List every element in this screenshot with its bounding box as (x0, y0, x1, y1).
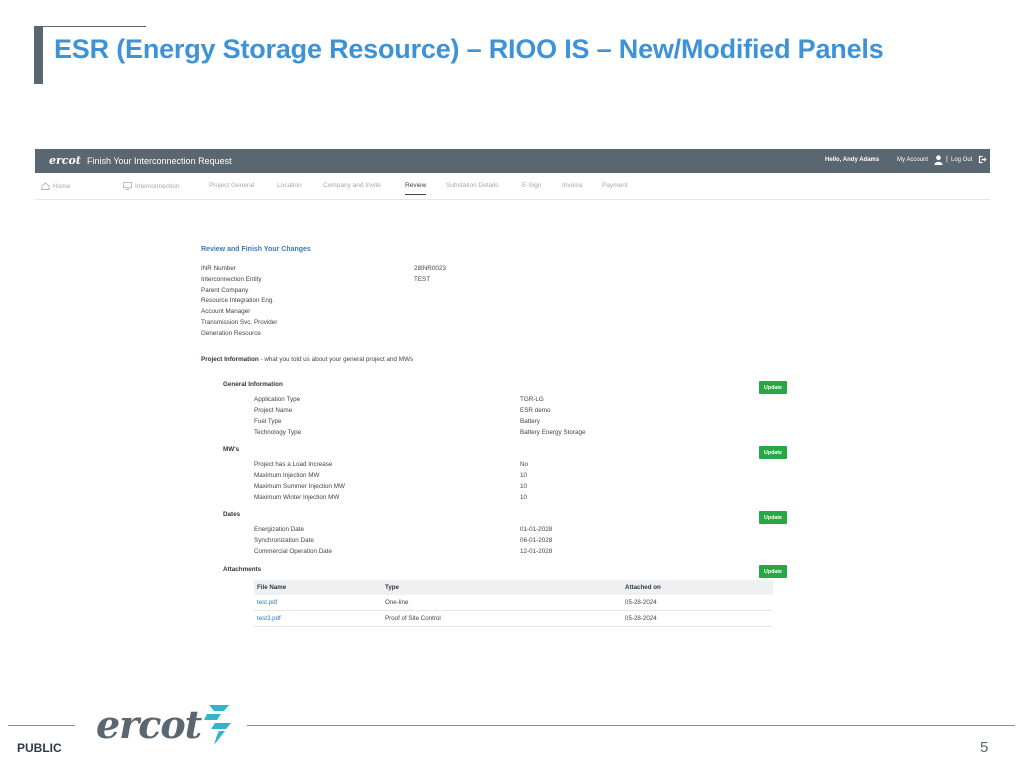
update-attachments-button[interactable]: Update (759, 565, 787, 578)
home-icon (41, 182, 50, 190)
file-link[interactable]: test3.pdf (254, 610, 382, 627)
footer-rule-left (8, 725, 75, 726)
nav-payment[interactable]: Payment (602, 182, 628, 189)
attachments-table: File Name Type Attached on test.pdf One-… (254, 580, 773, 627)
field-label: Energization Date (254, 526, 305, 533)
field-label: Project Name (254, 407, 293, 414)
file-link[interactable]: test.pdf (254, 595, 382, 611)
field-label: Project has a Load Increase (254, 461, 333, 468)
header-separator: | (946, 156, 948, 163)
app-logo[interactable]: ercot (49, 154, 81, 167)
field-label: Maximum Summer Injection MW (254, 483, 345, 490)
summary-label: Resource Integration Eng. (201, 297, 275, 304)
update-dates-button[interactable]: Update (759, 511, 787, 524)
summary-label: Transmission Svc. Provider (201, 319, 278, 326)
review-heading: Review and Finish Your Changes (201, 246, 311, 253)
monitor-icon (123, 182, 132, 190)
field-value: 06-01-2028 (520, 537, 553, 544)
field-value: Battery Energy Storage (520, 429, 586, 436)
file-type: One-line (382, 595, 622, 611)
logo-wordmark: ercot (96, 701, 202, 747)
field-value: No (520, 461, 529, 468)
field-label: Fuel Type (254, 418, 282, 425)
table-header-row: File Name Type Attached on (254, 580, 773, 595)
summary-value: TEST (414, 276, 431, 283)
attachments-heading: Attachments (223, 566, 262, 573)
field-label: Maximum Winter Injection MW (254, 494, 340, 501)
file-type: Proof of Site Control (382, 610, 622, 627)
logout-icon[interactable] (978, 155, 987, 164)
field-label: Maximum Injection MW (254, 472, 320, 479)
footer-rule-right (247, 725, 1015, 726)
my-account-link[interactable]: My Account (897, 157, 928, 163)
nav-substation-details[interactable]: Substation Details (446, 182, 498, 189)
project-info-subtitle: - what you told us about your general pr… (258, 356, 414, 363)
logout-link[interactable]: Log Out (951, 157, 972, 163)
field-label: Technology Type (254, 429, 302, 436)
app-header: ercot Finish Your Interconnection Reques… (35, 149, 990, 173)
user-icon[interactable] (934, 155, 943, 165)
slide-title: ESR (Energy Storage Resource) – RIOO IS … (54, 34, 884, 64)
field-value: 10 (520, 483, 528, 490)
dates-heading: Dates (223, 511, 241, 518)
field-label: Commercial Operation Date (254, 548, 333, 555)
nav-invoice[interactable]: Invoice (562, 182, 583, 189)
table-row: test.pdf One-line 05-28-2024 (254, 595, 773, 611)
nav-review[interactable]: Review (405, 182, 427, 195)
field-value: TGR-LG (520, 396, 544, 403)
app-screenshot: ercot Finish Your Interconnection Reques… (35, 149, 990, 636)
nav-esign[interactable]: E-Sign (522, 182, 542, 189)
nav-company-invite[interactable]: Company and Invite (323, 182, 381, 189)
column-header-type[interactable]: Type (382, 580, 622, 595)
field-value: 12-01-2028 (520, 548, 553, 555)
ercot-logo: ercot (96, 700, 233, 748)
table-row: test3.pdf Proof of Site Control 05-28-20… (254, 610, 773, 627)
app-title: Finish Your Interconnection Request (87, 156, 232, 166)
project-info-label: Project Information (201, 356, 259, 363)
field-label: Application Type (254, 396, 301, 403)
summary-label: Generation Resource (201, 330, 261, 337)
attached-date: 05-28-2024 (622, 595, 773, 611)
nav-home-label: Home (53, 182, 71, 190)
field-value: ESR demo (520, 407, 551, 414)
project-info-heading: Project Information - what you told us a… (201, 356, 413, 363)
general-info-heading: General Information (223, 381, 283, 388)
summary-label: Parent Company (201, 287, 249, 294)
column-header-attached-on[interactable]: Attached on (622, 580, 773, 595)
nav-location[interactable]: Location (277, 182, 302, 189)
update-general-button[interactable]: Update (759, 381, 787, 394)
field-value: 10 (520, 472, 528, 479)
title-top-rule (34, 26, 146, 27)
field-value: 10 (520, 494, 528, 501)
nav-interconnection[interactable]: Interconnection (123, 182, 179, 190)
nav-interconnection-label: Interconnection (135, 182, 180, 190)
field-value: Battery (520, 418, 540, 425)
summary-value: 28INR0023 (414, 265, 446, 272)
mws-heading: MW's (223, 446, 240, 453)
column-header-file-name[interactable]: File Name (254, 580, 382, 595)
field-value: 01-01-2028 (520, 526, 553, 533)
attached-date: 05-28-2024 (622, 610, 773, 627)
summary-label: INR Number (201, 265, 236, 272)
page-number: 5 (980, 739, 989, 756)
title-accent-bar (34, 26, 43, 84)
field-label: Synchronization Date (254, 537, 314, 544)
classification-label: PUBLIC (17, 741, 62, 755)
step-navbar: Home Interconnection Project General Loc… (35, 173, 990, 200)
summary-label: Account Manager (201, 308, 251, 315)
summary-label: Interconnection Entity (201, 276, 262, 283)
update-mws-button[interactable]: Update (759, 446, 787, 459)
nav-home[interactable]: Home (41, 182, 70, 190)
user-greeting: Hello, Andy Adams (825, 157, 880, 163)
nav-project-general[interactable]: Project General (209, 182, 254, 189)
lightning-bolt-icon (204, 705, 232, 745)
